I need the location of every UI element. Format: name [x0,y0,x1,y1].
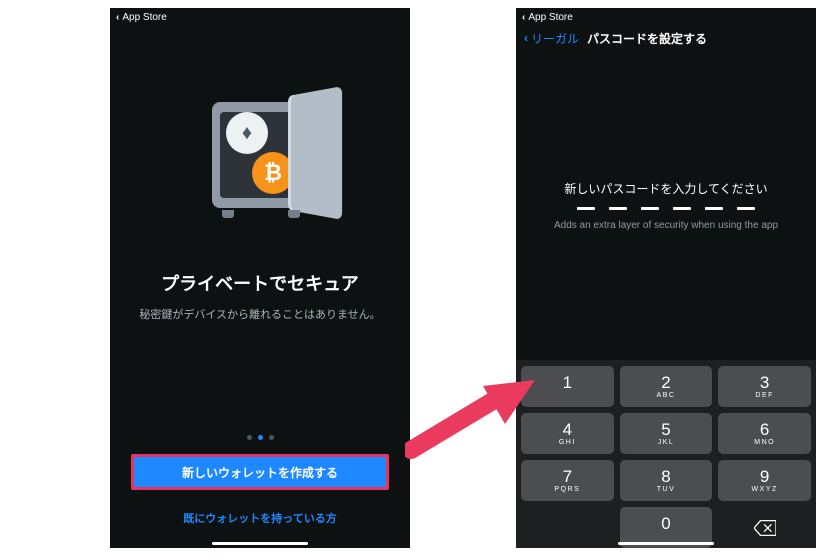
chevron-left-icon: ‹ [524,31,528,45]
nav-title: パスコードを設定する [587,30,707,47]
passcode-dash [641,207,659,210]
keypad-key-7[interactable]: 7PQRS [521,460,614,501]
keypad-letters: GHI [559,439,576,447]
page-dot [269,435,274,440]
home-indicator[interactable] [618,542,714,545]
nav-back-label: リーガル [531,30,579,47]
status-bar[interactable]: ‹ App Store [516,8,816,26]
onboarding-screen: ‹ App Store ♦ ₿ プライベートでセキュア 秘密鍵がデバイスから離れ… [110,8,410,548]
keypad-digit: 5 [661,421,670,438]
keypad-letters: MNO [754,439,775,447]
keypad-key-8[interactable]: 8TUV [620,460,713,501]
passcode-prompt: 新しいパスコードを入力してください [564,180,767,197]
keypad-letters: PQRS [554,486,580,494]
keypad-key-5[interactable]: 5JKL [620,413,713,454]
nav-bar: ‹ リーガル パスコードを設定する [516,26,816,50]
keypad-digit: 6 [760,421,769,438]
keypad-digit: 9 [760,468,769,485]
keypad-digit: 1 [563,374,572,391]
chevron-left-icon: ‹ [522,12,525,23]
keypad-letters: TUV [657,486,676,494]
existing-wallet-label: 既にウォレットを持っている方 [183,513,336,525]
backspace-icon [754,520,776,536]
passcode-field [577,207,755,210]
status-bar[interactable]: ‹ App Store [110,8,410,26]
keypad-digit: 3 [760,374,769,391]
passcode-dash [609,207,627,210]
keypad-key-3[interactable]: 3DEF [718,366,811,407]
keypad-letters: DEF [755,392,774,400]
create-wallet-button[interactable]: 新しいウォレットを作成する [131,454,389,490]
onboarding-heading: プライベートでセキュア [161,270,359,296]
keypad-digit: 8 [661,468,670,485]
keypad-blank [521,507,614,548]
keypad-digit: 2 [661,374,670,391]
keypad-digit: 7 [563,468,572,485]
page-indicator[interactable] [247,435,274,454]
keypad-digit: 4 [563,421,572,438]
home-indicator[interactable] [212,542,308,545]
keypad-key-9[interactable]: 9WXYZ [718,460,811,501]
page-dot [247,435,252,440]
passcode-dash [737,207,755,210]
passcode-dash [673,207,691,210]
chevron-left-icon: ‹ [116,12,119,23]
existing-wallet-link[interactable]: 既にウォレットを持っている方 [183,510,336,526]
keypad-key-4[interactable]: 4GHI [521,413,614,454]
keypad-digit: 0 [661,515,670,532]
keypad-letters: JKL [658,439,675,447]
safe-illustration: ♦ ₿ [196,92,324,232]
keypad-backspace[interactable] [718,507,811,548]
keypad-key-6[interactable]: 6MNO [718,413,811,454]
nav-back-button[interactable]: ‹ リーガル [524,30,579,47]
passcode-help: Adds an extra layer of security when usi… [554,220,778,231]
page-dot-active [258,435,263,440]
keypad-key-2[interactable]: 2ABC [620,366,713,407]
status-back-label: App Store [528,12,572,23]
onboarding-sub: 秘密鍵がデバイスから離れることはありません。 [139,306,380,322]
passcode-dash [577,207,595,210]
numeric-keypad: 12ABC3DEF4GHI5JKL6MNO7PQRS8TUV9WXYZ0 [516,360,816,548]
passcode-screen: ‹ App Store ‹ リーガル パスコードを設定する 新しいパスコードを入… [516,8,816,548]
keypad-key-1[interactable]: 1 [521,366,614,407]
keypad-letters: ABC [657,392,676,400]
keypad-letters: WXYZ [752,486,778,494]
passcode-dash [705,207,723,210]
create-wallet-label: 新しいウォレットを作成する [182,464,338,481]
status-back-label: App Store [122,12,166,23]
ethereum-icon: ♦ [226,112,268,154]
